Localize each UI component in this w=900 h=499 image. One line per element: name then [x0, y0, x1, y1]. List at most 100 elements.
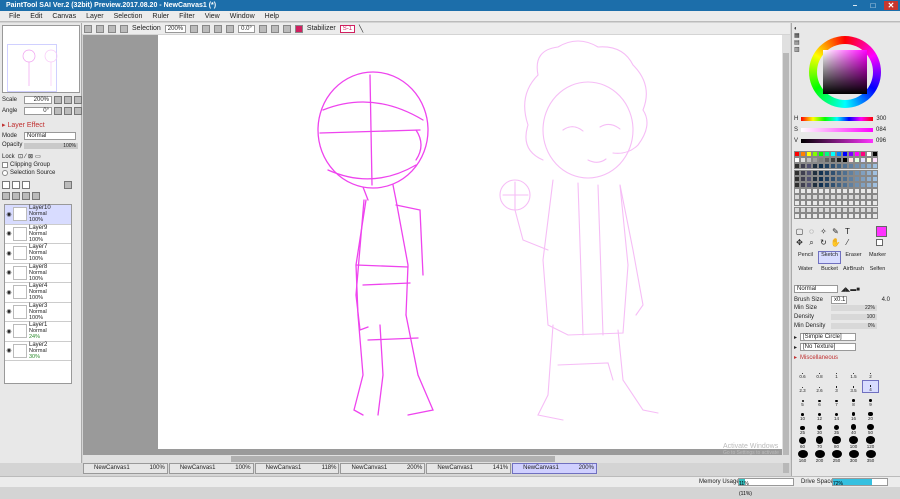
- palette-swatch[interactable]: [872, 181, 878, 188]
- palette-swatch[interactable]: [872, 163, 878, 170]
- menu-selection[interactable]: Selection: [109, 11, 148, 21]
- palette-swatch[interactable]: [872, 188, 878, 195]
- selfen-tool[interactable]: Selfen: [866, 265, 889, 278]
- layer-item[interactable]: ◉ Layer9 Normal 100%: [5, 224, 71, 244]
- zoom-input[interactable]: 200%: [164, 24, 187, 33]
- eye-icon[interactable]: ◉: [5, 230, 13, 237]
- new-linework-layer-button[interactable]: [12, 181, 20, 189]
- lasso-icon[interactable]: ◌: [806, 226, 817, 237]
- brush-size-preset[interactable]: 1.5: [845, 366, 862, 379]
- palette-swatch[interactable]: [872, 169, 878, 176]
- swatch-palette[interactable]: [794, 151, 880, 219]
- hue-slider[interactable]: [801, 117, 874, 121]
- layer-item[interactable]: ◉ Layer10 Normal 100%: [5, 205, 71, 225]
- color-wheel-mode-icon[interactable]: ◐: [794, 26, 800, 33]
- brush-size-preset[interactable]: 0.6: [794, 366, 811, 379]
- brush-shape-select[interactable]: [Simple Circle]: [800, 333, 857, 341]
- delete-layer-button[interactable]: [32, 192, 40, 200]
- view-selection-icon[interactable]: [120, 24, 128, 33]
- opacity-slider[interactable]: 100%: [24, 143, 78, 149]
- rotate-reset-button[interactable]: [282, 24, 291, 33]
- brush-mode-select[interactable]: Normal: [794, 285, 838, 293]
- brush-size-preset[interactable]: 200: [811, 450, 828, 463]
- brush-size-preset[interactable]: 0.8: [811, 366, 828, 379]
- clipping-row[interactable]: Clipping Group: [2, 162, 50, 168]
- rect-select-icon[interactable]: ▢: [794, 226, 805, 237]
- brush-size-preset[interactable]: 40: [845, 422, 862, 435]
- stabilizer-select[interactable]: S-1: [339, 24, 356, 33]
- menu-filter[interactable]: Filter: [174, 11, 200, 21]
- bucket-tool[interactable]: Bucket: [818, 265, 841, 278]
- menu-edit[interactable]: Edit: [25, 11, 47, 21]
- eye-icon[interactable]: ◉: [5, 308, 13, 315]
- zoom-reset-button[interactable]: [214, 24, 223, 33]
- horizontal-scroll-thumb[interactable]: [231, 456, 555, 462]
- expand-icon[interactable]: ▸: [794, 334, 797, 341]
- scale-down-button[interactable]: [54, 96, 62, 104]
- maximize-icon[interactable]: □: [866, 1, 880, 10]
- menu-file[interactable]: File: [4, 11, 25, 21]
- scale-reset-button[interactable]: [74, 96, 82, 104]
- selection-source-row[interactable]: Selection Source: [2, 170, 55, 176]
- brush-size-preset[interactable]: 7: [828, 394, 845, 407]
- menu-layer[interactable]: Layer: [81, 11, 109, 21]
- brush-size-preset[interactable]: 5: [794, 394, 811, 407]
- angle-left-button[interactable]: [54, 107, 62, 115]
- eye-icon[interactable]: ◉: [5, 289, 13, 296]
- clipping-checkbox[interactable]: [2, 162, 8, 168]
- blend-mode-select[interactable]: Normal: [24, 132, 76, 140]
- eye-icon[interactable]: ◉: [5, 211, 13, 218]
- minimize-icon[interactable]: –: [848, 1, 862, 10]
- brush-size-preset[interactable]: 8: [845, 394, 862, 407]
- undo-icon[interactable]: [84, 24, 92, 33]
- brush-size-preset[interactable]: 3: [828, 380, 845, 393]
- marker-tool[interactable]: Marker: [866, 251, 889, 264]
- redo-icon[interactable]: [96, 24, 104, 33]
- vertical-scrollbar[interactable]: [782, 35, 790, 473]
- new-folder-button[interactable]: [22, 181, 30, 189]
- expand-icon[interactable]: ▸: [794, 354, 797, 361]
- palette-swatch[interactable]: [872, 206, 878, 213]
- brush-size-preset[interactable]: 20: [862, 408, 879, 421]
- brush-size-preset[interactable]: 100: [845, 436, 862, 449]
- canvas-tab-active[interactable]: NewCanvas1 200%: [512, 463, 597, 474]
- eraser-tool[interactable]: Eraser: [842, 251, 865, 264]
- zoom-in-button[interactable]: [202, 24, 211, 33]
- brush-size-preset[interactable]: 25: [794, 422, 811, 435]
- zoom-out-button[interactable]: [190, 24, 199, 33]
- density-slider[interactable]: 100: [831, 314, 877, 320]
- misc-header[interactable]: ▸ Miscellaneous: [794, 354, 890, 362]
- pen-icon[interactable]: ✎: [830, 226, 841, 237]
- eye-icon[interactable]: ◉: [5, 328, 13, 335]
- layer-effect-header[interactable]: ▸ Layer Effect: [2, 121, 45, 129]
- palette-swatch[interactable]: [872, 212, 878, 219]
- layer-settings-button[interactable]: [64, 181, 72, 189]
- canvas-tab[interactable]: NewCanvas1 200%: [340, 463, 426, 474]
- canvas-viewport[interactable]: Activate Windows Go to Settings to activ…: [83, 35, 790, 462]
- angle-right-button[interactable]: [64, 107, 72, 115]
- brush-size-preset[interactable]: 70: [811, 436, 828, 449]
- brush-size-preset[interactable]: 14: [828, 408, 845, 421]
- brush-size-preset[interactable]: 2.3: [794, 380, 811, 393]
- brush-size-preset[interactable]: 50: [862, 422, 879, 435]
- lock-move-icon[interactable]: ⁄: [25, 154, 26, 160]
- rgb-mode-icon[interactable]: ▦: [794, 33, 800, 40]
- secondary-color-swatch[interactable]: [876, 239, 883, 246]
- brush-size-preset[interactable]: 3.5: [845, 380, 862, 393]
- brush-size-preset[interactable]: 160: [794, 450, 811, 463]
- brush-size-preset[interactable]: 300: [845, 450, 862, 463]
- layer-item[interactable]: ◉ Layer4 Normal 100%: [5, 283, 71, 303]
- canvas-tab[interactable]: NewCanvas1 100%: [168, 463, 254, 474]
- magic-wand-icon[interactable]: ✧: [818, 226, 829, 237]
- menu-ruler[interactable]: Ruler: [147, 11, 174, 21]
- line-tool-icon[interactable]: ╲: [359, 25, 363, 33]
- scale-up-button[interactable]: [64, 96, 72, 104]
- brush-edge-icons[interactable]: ◢◣▬■: [841, 286, 860, 293]
- lock-alpha-icon[interactable]: ▭: [35, 153, 41, 160]
- brush-size-preset[interactable]: 250: [828, 450, 845, 463]
- brush-size-preset[interactable]: 60: [794, 436, 811, 449]
- flip-icon[interactable]: [294, 24, 303, 33]
- layer-item[interactable]: ◉ Layer1 Normal 24%: [5, 322, 71, 342]
- palette-swatch[interactable]: [872, 157, 878, 164]
- swatch-mode-icon[interactable]: ▥: [794, 47, 800, 54]
